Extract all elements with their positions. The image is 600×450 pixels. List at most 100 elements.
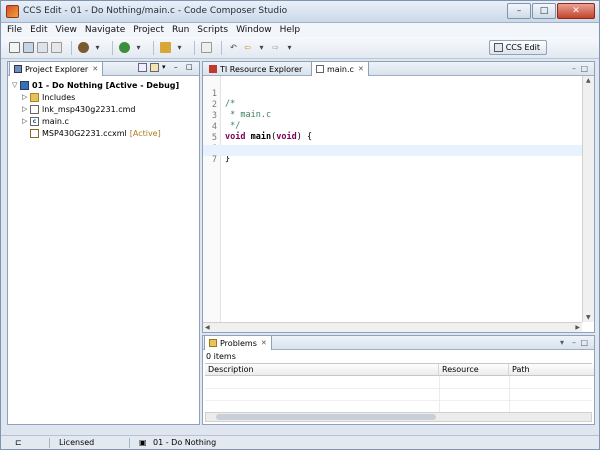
chevron-down-icon[interactable]: ▾: [133, 42, 144, 53]
problems-horizontal-scrollbar[interactable]: [205, 412, 592, 422]
tab-label: main.c: [327, 64, 354, 74]
menu-navigate[interactable]: Navigate: [85, 25, 125, 35]
close-icon[interactable]: ✕: [92, 65, 98, 73]
problems-icon: [209, 339, 217, 347]
problems-tabstrip: Problems ✕ ▾ – □: [203, 335, 594, 350]
license-status: Licensed: [59, 438, 95, 447]
project-status-icon: ▣: [139, 438, 147, 447]
chevron-down-icon[interactable]: ▾: [92, 42, 103, 53]
file-icon: [30, 104, 39, 114]
folder-icon: [30, 92, 39, 102]
view-menu-icon[interactable]: ▾: [162, 63, 171, 72]
print-icon[interactable]: [51, 42, 62, 53]
column-header-resource[interactable]: Resource: [439, 364, 509, 376]
minimize-view-icon[interactable]: –: [174, 63, 183, 72]
column-header-path[interactable]: Path: [509, 364, 594, 376]
toggle-mark-icon[interactable]: [201, 42, 212, 53]
tree-item-main-c[interactable]: ▷ c main.c: [12, 115, 179, 127]
tree-item-project[interactable]: ▽ 01 - Do Nothing [Active - Debug]: [12, 79, 179, 91]
problems-table: Description Resource Path: [205, 363, 594, 413]
menu-view[interactable]: View: [56, 25, 77, 35]
chevron-down-icon[interactable]: ▾: [256, 42, 267, 53]
maximize-button[interactable]: □: [532, 3, 556, 19]
flash-icon[interactable]: [160, 42, 171, 53]
save-all-icon[interactable]: [37, 42, 48, 53]
editor-tabstrip: TI Resource Explorer main.c ✕ – □: [203, 61, 594, 76]
toolbar-separator: [153, 40, 154, 55]
code-line-current: 7: [203, 145, 582, 165]
menu-bar: File Edit View Navigate Project Run Scri…: [1, 23, 599, 37]
save-icon[interactable]: [23, 42, 34, 53]
project-tree: ▽ 01 - Do Nothing [Active - Debug] ▷ Inc…: [12, 79, 179, 139]
tab-problems[interactable]: Problems ✕: [204, 335, 272, 350]
expand-arrow-icon[interactable]: ▷: [22, 105, 30, 113]
menu-help[interactable]: Help: [280, 25, 301, 35]
code-editor[interactable]: 1 /* 2 * main.c 3 */ 4 void main(void) {…: [203, 76, 582, 322]
target-config-icon: [30, 128, 39, 138]
tree-item-ccxml[interactable]: MSP430G2231.ccxml [Active]: [12, 127, 179, 139]
menu-scripts[interactable]: Scripts: [197, 25, 228, 35]
build-hammer-icon[interactable]: [78, 42, 89, 53]
debug-bug-icon[interactable]: [119, 42, 130, 53]
project-icon: [20, 80, 29, 90]
new-file-icon[interactable]: [9, 42, 20, 53]
perspective-label: CCS Edit: [505, 43, 540, 52]
scrollbar-thumb[interactable]: [216, 414, 436, 420]
menu-run[interactable]: Run: [172, 25, 189, 35]
collapse-all-icon[interactable]: [138, 63, 147, 72]
fast-view-icon[interactable]: ⊏: [15, 438, 22, 447]
menu-window[interactable]: Window: [236, 25, 272, 35]
tree-item-linker-cmd[interactable]: ▷ lnk_msp430g2231.cmd: [12, 103, 179, 115]
table-row: [205, 389, 592, 401]
editor-horizontal-scrollbar[interactable]: ◀ ▶: [203, 322, 582, 332]
minimize-button[interactable]: –: [507, 3, 531, 19]
tab-project-explorer[interactable]: Project Explorer ✕: [9, 61, 104, 76]
tab-label: Project Explorer: [25, 64, 89, 74]
window-controls: – □ ✕: [506, 3, 595, 19]
forward-arrow-icon[interactable]: ⇨: [270, 42, 281, 53]
scroll-right-icon[interactable]: ▶: [575, 324, 580, 331]
table-row: [205, 377, 592, 389]
ti-logo-icon: [209, 65, 217, 73]
expand-arrow-icon[interactable]: ▷: [22, 93, 30, 101]
menu-edit[interactable]: Edit: [30, 25, 47, 35]
tab-resource-explorer[interactable]: TI Resource Explorer: [205, 62, 306, 76]
link-with-editor-icon[interactable]: [150, 63, 159, 72]
scroll-up-icon[interactable]: ▲: [586, 77, 591, 84]
menu-project[interactable]: Project: [133, 25, 164, 35]
close-icon[interactable]: ✕: [261, 339, 267, 347]
active-suffix: [Active]: [129, 128, 161, 138]
column-header-description[interactable]: Description: [205, 364, 439, 376]
chevron-down-icon[interactable]: ▾: [284, 42, 295, 53]
view-menu-icon[interactable]: ▾: [560, 338, 564, 347]
close-icon[interactable]: ✕: [358, 65, 364, 73]
project-explorer-tabstrip: Project Explorer ✕ ▾ – □: [8, 61, 199, 76]
tree-item-label: main.c: [42, 116, 69, 126]
chevron-down-icon[interactable]: ▾: [174, 42, 185, 53]
expand-arrow-icon[interactable]: ▽: [12, 81, 20, 89]
problems-count: 0 items: [206, 352, 236, 361]
expand-arrow-icon[interactable]: ▷: [22, 117, 30, 125]
scroll-down-icon[interactable]: ▼: [586, 314, 591, 321]
scroll-left-icon[interactable]: ◀: [205, 324, 210, 331]
last-edit-icon[interactable]: ↶: [228, 42, 239, 53]
maximize-view-icon[interactable]: □: [580, 64, 588, 73]
close-button[interactable]: ✕: [557, 3, 595, 19]
code-line: 2 * main.c: [203, 90, 582, 120]
main-toolbar: ▾ ▾ ▾ ↶ ⇦ ▾ ⇨ ▾ CCS Edit: [1, 37, 599, 59]
explorer-view-toolbar: ▾ – □: [135, 63, 195, 72]
perspective-ccs-edit-button[interactable]: CCS Edit: [488, 40, 547, 55]
back-arrow-icon[interactable]: ⇦: [242, 42, 253, 53]
code-line: 6 }: [203, 134, 582, 164]
status-separator: [129, 438, 130, 448]
tab-main-c[interactable]: main.c ✕: [311, 61, 369, 76]
active-project-status: 01 - Do Nothing: [153, 438, 217, 447]
minimize-view-icon[interactable]: –: [572, 64, 576, 73]
editor-vertical-scrollbar[interactable]: ▲ ▼: [582, 76, 594, 322]
tree-item-includes[interactable]: ▷ Includes: [12, 91, 179, 103]
menu-file[interactable]: File: [7, 25, 22, 35]
minimize-view-icon[interactable]: –: [572, 338, 576, 347]
maximize-view-icon[interactable]: □: [186, 63, 195, 72]
title-bar: CCS Edit - 01 - Do Nothing/main.c - Code…: [1, 1, 599, 23]
maximize-view-icon[interactable]: □: [580, 338, 588, 347]
